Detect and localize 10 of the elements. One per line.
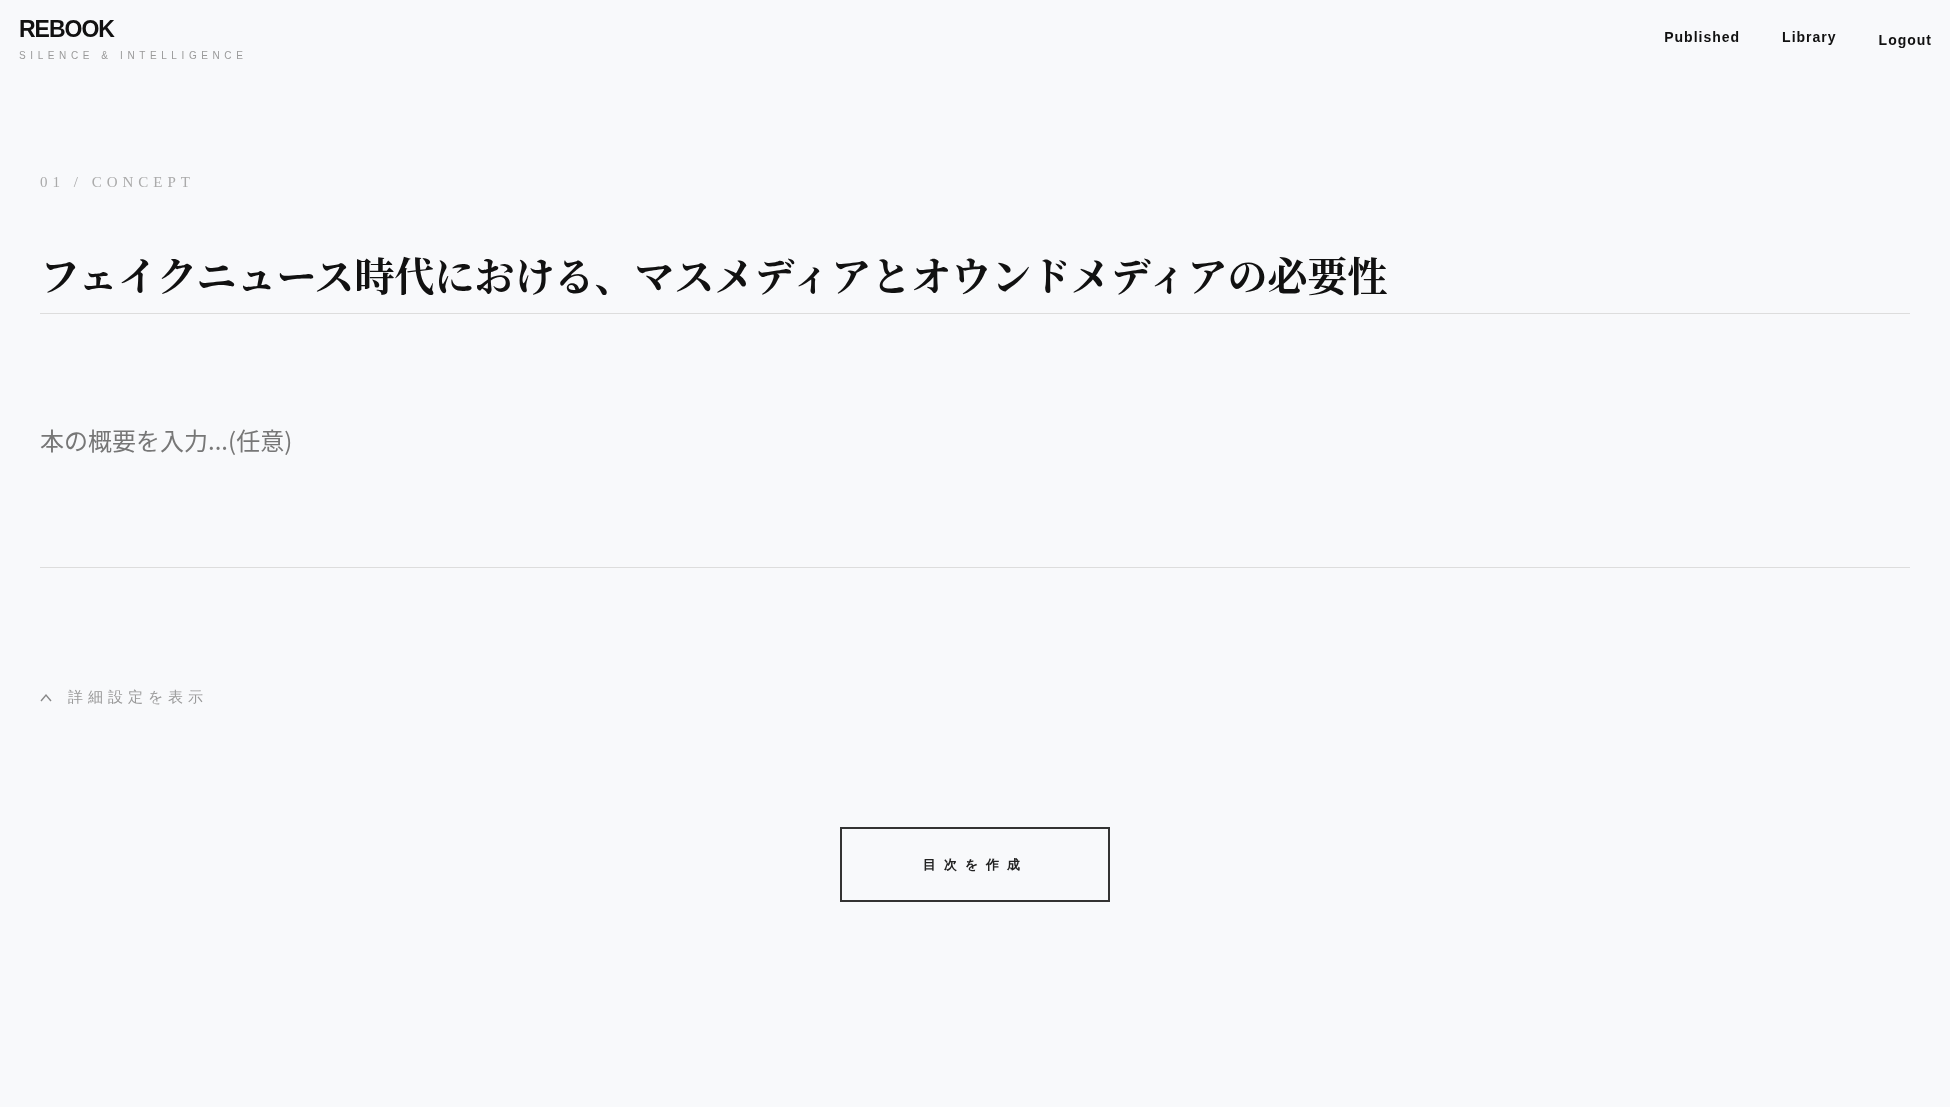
logo[interactable]: REBOOK <box>19 15 248 43</box>
tagline: SILENCE & INTELLIGENCE <box>19 50 248 61</box>
create-toc-button[interactable]: 目次を作成 <box>840 827 1110 902</box>
section-label: 01 / CONCEPT <box>40 174 196 191</box>
summary-field[interactable]: 本の概要を入力...(任意) <box>40 422 1910 567</box>
nav-link[interactable]: Library <box>1782 29 1837 48</box>
caret-icon <box>40 693 52 702</box>
title-field[interactable]: フェイクニュース時代における、マスメディアとオウンドメディアの必要性 <box>40 243 1910 303</box>
nav-link[interactable]: Published <box>1664 29 1741 48</box>
nav-link[interactable]: Logout <box>1878 32 1932 48</box>
